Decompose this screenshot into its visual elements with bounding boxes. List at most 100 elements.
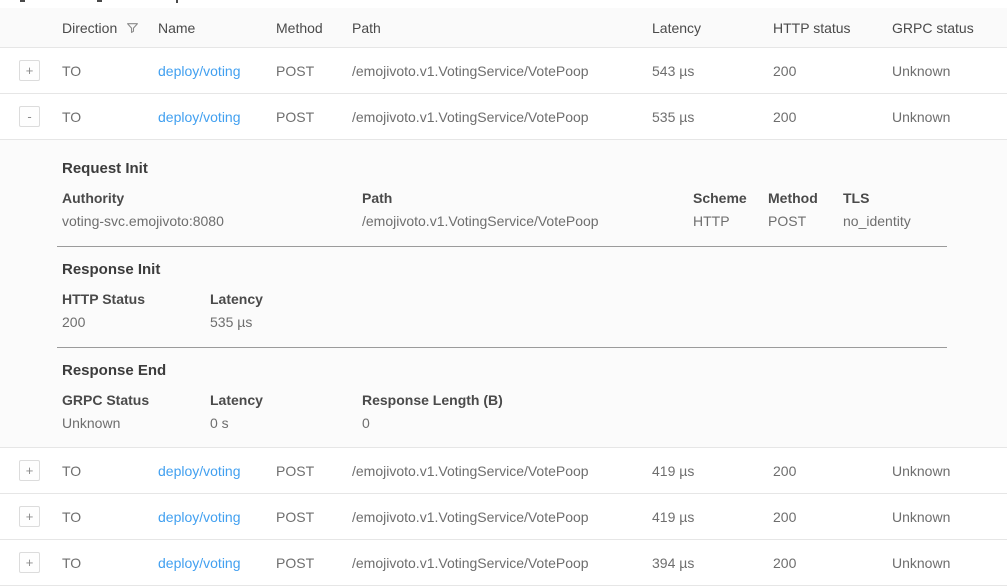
name-cell: deploy/voting — [158, 109, 276, 125]
column-header-direction: Direction — [62, 20, 158, 36]
name-cell: deploy/voting — [158, 555, 276, 571]
name-link[interactable]: deploy/voting — [158, 63, 241, 79]
field-label: Method — [768, 190, 843, 206]
field-label: TLS — [843, 190, 1007, 206]
field-label: Authority — [62, 190, 362, 206]
direction-cell: TO — [62, 109, 158, 125]
field-value: voting-svc.emojivoto:8080 — [62, 213, 362, 229]
request-init-fields: Authority voting-svc.emojivoto:8080 Path… — [62, 190, 1007, 229]
request-init-title: Request Init — [62, 160, 1007, 177]
column-header-name: Name — [158, 20, 276, 36]
column-header-path: Path — [352, 20, 652, 36]
latency-cell: 419 µs — [652, 509, 773, 525]
grpc-status-cell: Unknown — [892, 509, 1007, 525]
latency-cell: 535 µs — [652, 109, 773, 125]
expander-cell: + — [0, 60, 62, 81]
filter-icon[interactable] — [126, 21, 139, 34]
expand-toggle-button[interactable]: + — [19, 460, 40, 481]
field-value: Unknown — [62, 415, 210, 431]
expander-cell: - — [0, 106, 62, 127]
name-cell: deploy/voting — [158, 63, 276, 79]
column-header-latency: Latency — [652, 20, 773, 36]
name-link[interactable]: deploy/voting — [158, 463, 241, 479]
latency-cell: 419 µs — [652, 463, 773, 479]
field-label: Response Length (B) — [362, 392, 1007, 408]
field-method: Method POST — [768, 190, 843, 229]
latency-cell: 394 µs — [652, 555, 773, 571]
table-row: + TO deploy/voting POST /emojivoto.v1.Vo… — [0, 447, 1007, 493]
expanded-detail: Request Init Authority voting-svc.emojiv… — [0, 139, 1007, 447]
field-latency: Latency 0 s — [210, 392, 362, 431]
column-header-direction-label: Direction — [62, 20, 117, 36]
response-init-fields: HTTP Status 200 Latency 535 µs — [62, 291, 1007, 330]
method-cell: POST — [276, 509, 352, 525]
path-cell: /emojivoto.v1.VotingService/VotePoop — [352, 555, 652, 571]
field-grpc-status: GRPC Status Unknown — [62, 392, 210, 431]
response-end-fields: GRPC Status Unknown Latency 0 s Response… — [62, 392, 1007, 431]
grpc-status-cell: Unknown — [892, 63, 1007, 79]
table-header: Direction Name Method Path Latency HTTP … — [0, 8, 1007, 47]
field-label: GRPC Status — [62, 392, 210, 408]
http-status-cell: 200 — [773, 63, 892, 79]
clipped-text-mark — [20, 0, 25, 2]
latency-cell: 543 µs — [652, 63, 773, 79]
section-divider — [57, 246, 947, 247]
grpc-status-cell: Unknown — [892, 109, 1007, 125]
method-cell: POST — [276, 63, 352, 79]
field-label: HTTP Status — [62, 291, 210, 307]
tap-table: Direction Name Method Path Latency HTTP … — [0, 8, 1007, 586]
expand-toggle-button[interactable]: - — [19, 106, 40, 127]
http-status-cell: 200 — [773, 463, 892, 479]
name-link[interactable]: deploy/voting — [158, 555, 241, 571]
section-divider — [57, 347, 947, 348]
path-cell: /emojivoto.v1.VotingService/VotePoop — [352, 509, 652, 525]
table-row: + TO deploy/voting POST /emojivoto.v1.Vo… — [0, 539, 1007, 585]
column-header-grpc-status: GRPC status — [892, 20, 1007, 36]
field-value: no_identity — [843, 213, 1007, 229]
field-path: Path /emojivoto.v1.VotingService/VotePoo… — [362, 190, 693, 229]
field-value: 0 — [362, 415, 1007, 431]
clipped-text-mark — [97, 0, 102, 2]
direction-cell: TO — [62, 509, 158, 525]
method-cell: POST — [276, 109, 352, 125]
field-label: Path — [362, 190, 693, 206]
name-cell: deploy/voting — [158, 509, 276, 525]
direction-cell: TO — [62, 63, 158, 79]
http-status-cell: 200 — [773, 555, 892, 571]
column-header-method: Method — [276, 20, 352, 36]
http-status-cell: 200 — [773, 509, 892, 525]
field-value: POST — [768, 213, 843, 229]
field-http-status: HTTP Status 200 — [62, 291, 210, 330]
response-end-title: Response End — [62, 362, 1007, 379]
clipped-text-mark — [176, 0, 178, 3]
field-label: Scheme — [693, 190, 768, 206]
field-authority: Authority voting-svc.emojivoto:8080 — [62, 190, 362, 229]
field-value: 535 µs — [210, 314, 1007, 330]
table-row: + TO deploy/voting POST /emojivoto.v1.Vo… — [0, 47, 1007, 93]
field-value: /emojivoto.v1.VotingService/VotePoop — [362, 213, 693, 229]
path-cell: /emojivoto.v1.VotingService/VotePoop — [352, 463, 652, 479]
response-init-title: Response Init — [62, 261, 1007, 278]
field-label: Latency — [210, 392, 362, 408]
field-tls: TLS no_identity — [843, 190, 1007, 229]
field-latency: Latency 535 µs — [210, 291, 1007, 330]
field-scheme: Scheme HTTP — [693, 190, 768, 229]
direction-cell: TO — [62, 463, 158, 479]
clipped-toolbar-text — [0, 0, 1007, 8]
field-value: 0 s — [210, 415, 362, 431]
expand-toggle-button[interactable]: + — [19, 552, 40, 573]
table-row: - TO deploy/voting POST /emojivoto.v1.Vo… — [0, 93, 1007, 139]
expander-cell: + — [0, 506, 62, 527]
field-label: Latency — [210, 291, 1007, 307]
direction-cell: TO — [62, 555, 158, 571]
name-link[interactable]: deploy/voting — [158, 509, 241, 525]
field-value: 200 — [62, 314, 210, 330]
grpc-status-cell: Unknown — [892, 463, 1007, 479]
http-status-cell: 200 — [773, 109, 892, 125]
column-header-http-status: HTTP status — [773, 20, 892, 36]
expand-toggle-button[interactable]: + — [19, 506, 40, 527]
table-body: + TO deploy/voting POST /emojivoto.v1.Vo… — [0, 47, 1007, 585]
table-row: + TO deploy/voting POST /emojivoto.v1.Vo… — [0, 493, 1007, 539]
name-link[interactable]: deploy/voting — [158, 109, 241, 125]
expand-toggle-button[interactable]: + — [19, 60, 40, 81]
